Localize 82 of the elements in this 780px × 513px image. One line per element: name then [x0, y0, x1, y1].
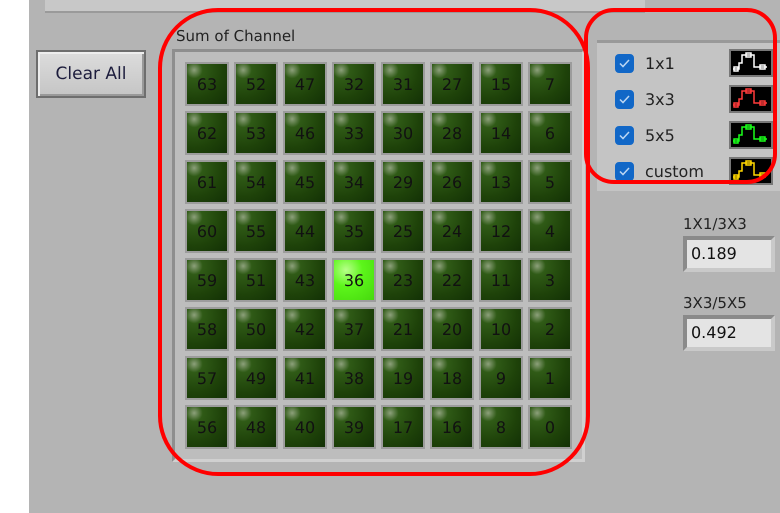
- channel-indicator[interactable]: 30: [383, 113, 423, 153]
- channel-indicator[interactable]: 45: [285, 162, 325, 202]
- channel-indicator[interactable]: 15: [481, 64, 521, 104]
- checkbox[interactable]: [615, 90, 634, 108]
- channel-indicator[interactable]: 29: [383, 162, 423, 202]
- channel-indicator[interactable]: 16: [432, 407, 472, 447]
- channel-indicator[interactable]: 2: [530, 309, 570, 349]
- channel-indicator[interactable]: 48: [236, 407, 276, 447]
- channel-indicator[interactable]: 56: [187, 407, 227, 447]
- channel-indicator[interactable]: 39: [334, 407, 374, 447]
- checkbox[interactable]: [615, 162, 634, 180]
- channel-indicator[interactable]: 43: [285, 260, 325, 300]
- legend-label: custom: [645, 162, 705, 180]
- channel-indicator[interactable]: 35: [334, 211, 374, 251]
- channel-indicator[interactable]: 59: [187, 260, 227, 300]
- channel-indicator[interactable]: 20: [432, 309, 472, 349]
- check-icon: [619, 58, 630, 68]
- channel-indicator[interactable]: 42: [285, 309, 325, 349]
- channel-indicator[interactable]: 5: [530, 162, 570, 202]
- channel-indicator[interactable]: 9: [481, 358, 521, 398]
- channel-indicator[interactable]: 34: [334, 162, 374, 202]
- grid-title: Sum of Channel: [176, 27, 296, 47]
- channel-indicator[interactable]: 25: [383, 211, 423, 251]
- channel-indicator[interactable]: 6: [530, 113, 570, 153]
- channel-indicator[interactable]: 63: [187, 64, 227, 104]
- channel-indicator[interactable]: 37: [334, 309, 374, 349]
- channel-indicator[interactable]: 52: [236, 64, 276, 104]
- channel-indicator[interactable]: 18: [432, 358, 472, 398]
- channel-indicator[interactable]: 7: [530, 64, 570, 104]
- ratio-label: 1X1/3X3: [683, 215, 748, 233]
- channel-indicator[interactable]: 28: [432, 113, 472, 153]
- channel-indicator[interactable]: 33: [334, 113, 374, 153]
- channel-indicator[interactable]: 61: [187, 162, 227, 202]
- ratio-label: 3X3/5X5: [683, 294, 748, 312]
- channel-indicator[interactable]: 32: [334, 64, 374, 104]
- channel-indicator[interactable]: 57: [187, 358, 227, 398]
- channel-indicator[interactable]: 14: [481, 113, 521, 153]
- checkbox[interactable]: [615, 54, 634, 72]
- check-icon: [619, 166, 630, 176]
- channel-indicator[interactable]: 47: [285, 64, 325, 104]
- channel-indicator[interactable]: 31: [383, 64, 423, 104]
- channel-indicator[interactable]: 50: [236, 309, 276, 349]
- channel-indicator[interactable]: 44: [285, 211, 325, 251]
- checkbox[interactable]: [615, 126, 634, 144]
- channel-indicator[interactable]: 51: [236, 260, 276, 300]
- channel-indicator[interactable]: 17: [383, 407, 423, 447]
- channel-indicator[interactable]: 22: [432, 260, 472, 300]
- channel-indicator[interactable]: 49: [236, 358, 276, 398]
- channel-indicator[interactable]: 13: [481, 162, 521, 202]
- channel-indicator[interactable]: 58: [187, 309, 227, 349]
- channel-indicator[interactable]: 1: [530, 358, 570, 398]
- legend-label: 1x1: [645, 54, 676, 72]
- channel-indicator[interactable]: 46: [285, 113, 325, 153]
- channel-indicator[interactable]: 62: [187, 113, 227, 153]
- channel-indicator[interactable]: 4: [530, 211, 570, 251]
- channel-indicator[interactable]: 54: [236, 162, 276, 202]
- channel-indicator[interactable]: 11: [481, 260, 521, 300]
- channel-indicator[interactable]: 40: [285, 407, 325, 447]
- channel-indicator[interactable]: 41: [285, 358, 325, 398]
- channel-indicator[interactable]: 23: [383, 260, 423, 300]
- channel-indicator[interactable]: 38: [334, 358, 374, 398]
- channel-indicator[interactable]: 0: [530, 407, 570, 447]
- channel-indicator[interactable]: 21: [383, 309, 423, 349]
- channel-indicator[interactable]: 10: [481, 309, 521, 349]
- channel-indicator[interactable]: 12: [481, 211, 521, 251]
- channel-indicator[interactable]: 27: [432, 64, 472, 104]
- channel-indicator[interactable]: 8: [481, 407, 521, 447]
- channel-indicator[interactable]: 3: [530, 260, 570, 300]
- channel-indicator[interactable]: 55: [236, 211, 276, 251]
- legend-label: 5x5: [645, 126, 676, 144]
- ratio-field: 0.492: [683, 315, 775, 351]
- channel-indicator[interactable]: 19: [383, 358, 423, 398]
- ratio-field: 0.189: [683, 236, 775, 272]
- clear-all-button[interactable]: Clear All: [36, 50, 146, 98]
- channel-indicator[interactable]: 60: [187, 211, 227, 251]
- legend-label: 3x3: [645, 90, 676, 108]
- channel-indicator[interactable]: 24: [432, 211, 472, 251]
- check-icon: [619, 94, 630, 104]
- channel-indicator[interactable]: 36: [334, 260, 374, 300]
- check-icon: [619, 130, 630, 140]
- channel-indicator[interactable]: 26: [432, 162, 472, 202]
- channel-indicator[interactable]: 53: [236, 113, 276, 153]
